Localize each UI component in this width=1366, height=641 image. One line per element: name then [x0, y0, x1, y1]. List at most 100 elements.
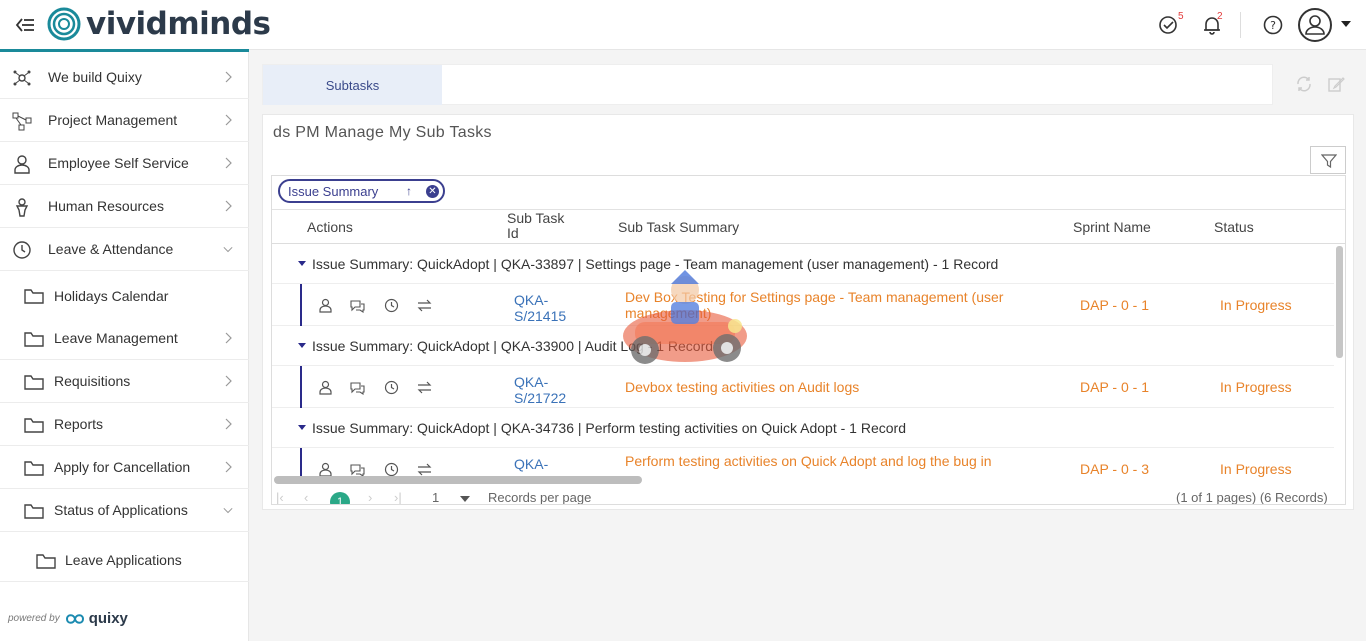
user-avatar[interactable] — [1298, 8, 1332, 42]
sidebar-item-holidays-calendar[interactable]: Holidays Calendar — [0, 274, 249, 317]
comments-icon[interactable] — [350, 462, 365, 477]
subtasks-panel: ds PM Manage My Sub Tasks Issue Summary … — [262, 114, 1354, 510]
edit-icon[interactable] — [1327, 75, 1345, 93]
user-menu-caret-icon[interactable] — [1341, 21, 1351, 27]
current-page-button[interactable]: 1 — [330, 492, 350, 504]
remove-group-icon[interactable]: ✕ — [426, 185, 439, 198]
sidebar-item-label: Reports — [54, 416, 104, 432]
chevron-right-icon — [225, 461, 232, 473]
sidebar-item-label: Human Resources — [48, 198, 164, 214]
table-row[interactable]: QKA-S/21722 Devbox testing activities on… — [272, 366, 1334, 408]
tasks-check-icon[interactable] — [1157, 14, 1179, 36]
sidebar-item-label: Leave Management — [54, 330, 178, 346]
records-per-page-label: Records per page — [488, 490, 592, 505]
page-size-value[interactable]: 1 — [432, 490, 439, 504]
help-icon[interactable]: ? — [1262, 14, 1284, 36]
folder-icon — [24, 332, 44, 347]
sidebar-item-label: Apply for Cancellation — [54, 459, 191, 475]
chevron-right-icon — [225, 375, 232, 387]
history-clock-icon[interactable] — [384, 462, 399, 477]
sub-task-id-link[interactable]: QKA-S/21722 — [514, 374, 566, 406]
collapse-group-icon[interactable] — [298, 425, 306, 430]
chevron-right-icon — [225, 332, 232, 344]
collapse-group-icon[interactable] — [298, 261, 306, 266]
sub-task-id-link[interactable]: QKA-S/21415 — [514, 292, 566, 324]
header-divider — [1240, 12, 1241, 38]
prev-page-icon[interactable]: ‹ — [304, 490, 308, 504]
sub-task-id-link[interactable]: QKA- — [514, 456, 548, 472]
page-size-dropdown-icon[interactable] — [460, 496, 470, 502]
first-page-icon[interactable]: |‹ — [276, 490, 284, 504]
collapse-group-icon[interactable] — [298, 343, 306, 348]
filter-button[interactable] — [1310, 146, 1346, 174]
refresh-icon[interactable] — [1295, 75, 1313, 93]
sprint-name: DAP - 0 - 1 — [1080, 379, 1149, 395]
horizontal-scrollbar[interactable] — [274, 476, 642, 484]
tab-subtasks[interactable]: Subtasks — [263, 65, 442, 105]
brand-logo[interactable]: vividminds — [46, 6, 271, 42]
chevron-right-icon — [225, 418, 232, 430]
workflow-icon — [12, 112, 32, 131]
chevron-right-icon — [225, 114, 232, 126]
column-header-actions[interactable]: Actions — [307, 219, 353, 235]
sidebar-item-status-of-applications[interactable]: Status of Applications — [0, 489, 249, 532]
column-headers: Actions Sub Task Id Sub Task Summary Spr… — [272, 210, 1345, 244]
sidebar-item-label: Project Management — [48, 112, 178, 128]
sprint-name: DAP - 0 - 3 — [1080, 461, 1149, 477]
sidebar-item-project-management[interactable]: Project Management — [0, 99, 249, 142]
pagination-bar: |‹ ‹ 1 › ›| 1 Records per page (1 of 1 p… — [272, 486, 1345, 505]
svg-text:?: ? — [1270, 19, 1276, 32]
sidebar-item-requisitions[interactable]: Requisitions — [0, 360, 249, 403]
vertical-scrollbar[interactable] — [1336, 246, 1343, 358]
tasks-badge: 5 — [1178, 11, 1184, 22]
group-row[interactable]: Issue Summary: QuickAdopt | QKA-33900 | … — [272, 326, 1334, 366]
row-indicator — [300, 284, 302, 326]
history-clock-icon[interactable] — [384, 298, 399, 313]
sort-ascending-icon[interactable]: ↑ — [406, 184, 412, 198]
sidebar-item-leave-attendance[interactable]: Leave & Attendance — [0, 228, 249, 271]
comments-icon[interactable] — [350, 298, 365, 313]
group-chip-issue-summary[interactable]: Issue Summary ↑ ✕ — [278, 179, 445, 203]
assign-user-icon[interactable] — [318, 380, 333, 395]
chevron-down-icon — [223, 507, 233, 514]
column-header-sprint[interactable]: Sprint Name — [1073, 219, 1151, 235]
column-header-summary[interactable]: Sub Task Summary — [618, 219, 739, 235]
last-page-icon[interactable]: ›| — [394, 490, 402, 504]
transfer-icon[interactable] — [417, 380, 432, 395]
group-header-text: Issue Summary: QuickAdopt | QKA-34736 | … — [312, 420, 906, 436]
next-page-icon[interactable]: › — [368, 490, 372, 504]
sidebar-item-label: Holidays Calendar — [54, 287, 169, 304]
sidebar-item-employee-self-service[interactable]: Employee Self Service — [0, 142, 249, 185]
group-row[interactable]: Issue Summary: QuickAdopt | QKA-33897 | … — [272, 244, 1334, 284]
comments-icon[interactable] — [350, 380, 365, 395]
folder-icon — [24, 289, 44, 304]
transfer-icon[interactable] — [417, 462, 432, 477]
sidebar-item-label: Leave & Attendance — [48, 241, 174, 257]
sidebar-item-label: Status of Applications — [54, 502, 188, 518]
sidebar-item-apply-for-cancellation[interactable]: Apply for Cancellation — [0, 446, 249, 489]
history-clock-icon[interactable] — [384, 380, 399, 395]
collapse-menu-icon[interactable] — [14, 14, 36, 36]
chevron-right-icon — [225, 200, 232, 212]
sidebar-item-label: Leave Applications — [65, 552, 182, 568]
column-header-sub-task-id[interactable]: Sub Task Id — [507, 211, 579, 241]
network-icon — [13, 70, 31, 86]
sidebar-item-we-build-quixy[interactable]: We build Quixy — [0, 56, 249, 99]
sidebar-item-human-resources[interactable]: Human Resources — [0, 185, 249, 228]
assign-user-icon[interactable] — [318, 298, 333, 313]
sidebar-item-leave-applications[interactable]: Leave Applications — [0, 539, 249, 582]
group-row[interactable]: Issue Summary: QuickAdopt | QKA-34736 | … — [272, 408, 1334, 448]
page-title: ds PM Manage My Sub Tasks — [273, 124, 492, 141]
transfer-icon[interactable] — [417, 298, 432, 313]
status-value: In Progress — [1220, 297, 1292, 313]
sidebar-item-label: Employee Self Service — [48, 155, 189, 171]
notifications-badge: 2 — [1217, 11, 1223, 22]
table-row[interactable]: QKA-S/21415 Dev Box Testing for Settings… — [272, 284, 1334, 326]
column-header-status[interactable]: Status — [1214, 219, 1254, 235]
assign-user-icon[interactable] — [318, 462, 333, 477]
sidebar-item-reports[interactable]: Reports — [0, 403, 249, 446]
top-header: vividminds 5 2 ? — [0, 0, 1366, 50]
sidebar-item-leave-management[interactable]: Leave Management — [0, 317, 249, 360]
vividminds-logo-icon — [47, 7, 81, 41]
status-value: In Progress — [1220, 379, 1292, 395]
